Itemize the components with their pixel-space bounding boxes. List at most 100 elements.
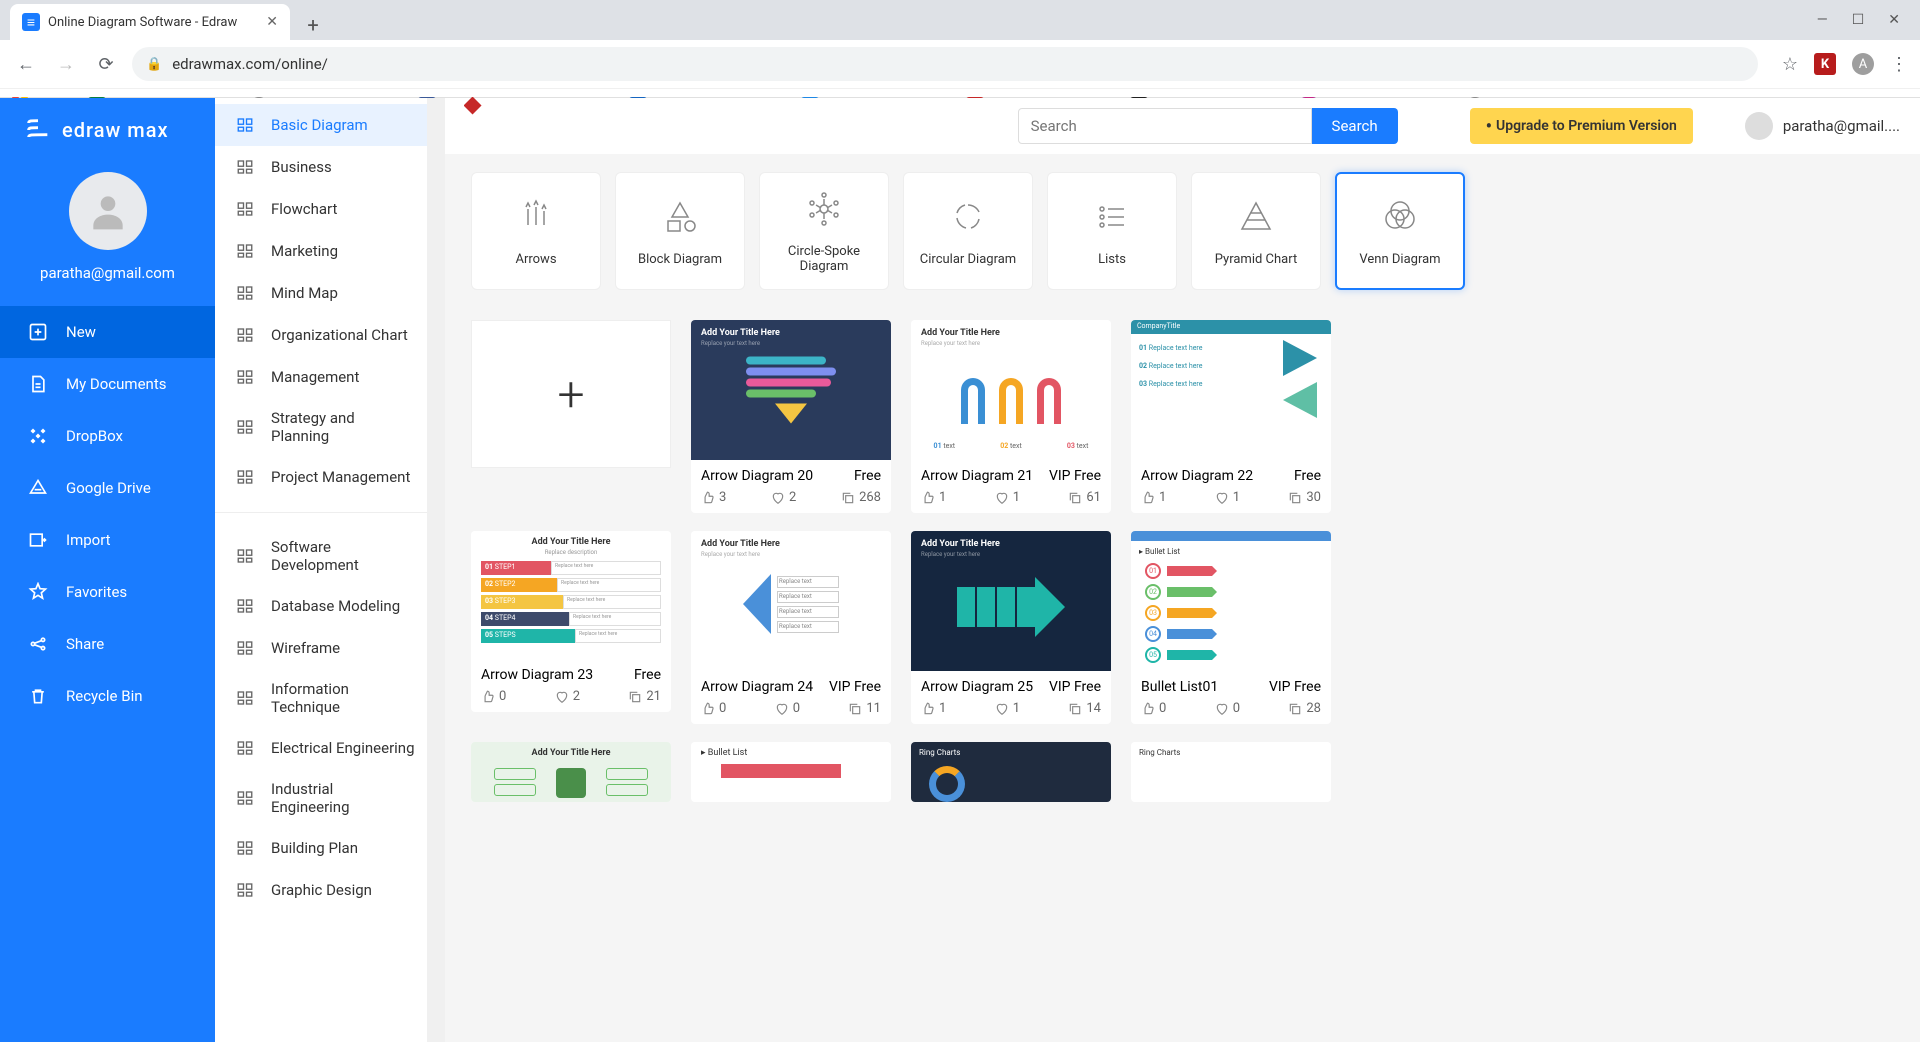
likes-stat[interactable]: 0 <box>701 701 726 716</box>
likes-stat[interactable]: 1 <box>921 701 946 716</box>
favs-stat[interactable]: 0 <box>775 701 800 716</box>
template-tag: Free <box>854 468 881 484</box>
template-card[interactable]: Add Your Title Here Replace description … <box>471 531 671 712</box>
nav-item-import[interactable]: Import <box>0 514 215 566</box>
category-organizational-chart[interactable]: Organizational Chart <box>215 314 435 356</box>
close-icon[interactable]: ✕ <box>1888 12 1900 28</box>
favs-stat[interactable]: 2 <box>555 689 580 704</box>
category-information-technique[interactable]: Information Technique <box>215 669 435 727</box>
nav-item-dropbox[interactable]: DropBox <box>0 410 215 462</box>
template-card[interactable]: Add Your Title HereReplace your text her… <box>911 531 1111 724</box>
user-avatar[interactable] <box>69 172 147 250</box>
copies-stat[interactable]: 268 <box>841 490 881 505</box>
bookmark-star-icon[interactable]: ☆ <box>1782 54 1798 75</box>
tile-venn-diagram[interactable]: Venn Diagram <box>1335 172 1465 290</box>
profile-avatar-icon[interactable]: A <box>1852 53 1874 75</box>
template-card-partial[interactable]: Ring Charts <box>1131 742 1331 802</box>
likes-stat[interactable]: 0 <box>1141 701 1166 716</box>
category-mind-map[interactable]: Mind Map <box>215 272 435 314</box>
tab-favicon-icon <box>22 13 40 31</box>
template-card[interactable]: CompanyTitle01 Replace text here02 Repla… <box>1131 320 1331 513</box>
browser-menu-icon[interactable]: ⋮ <box>1890 54 1908 75</box>
favs-stat[interactable]: 1 <box>995 701 1020 716</box>
lock-icon: 🔒 <box>146 57 162 72</box>
copies-stat[interactable]: 28 <box>1288 701 1321 716</box>
url-input[interactable]: 🔒 edrawmax.com/online/ <box>132 47 1758 81</box>
forward-button[interactable]: → <box>52 50 80 78</box>
new-tab-button[interactable]: + <box>298 10 328 40</box>
category-label: Building Plan <box>271 839 358 857</box>
likes-stat[interactable]: 1 <box>1141 490 1166 505</box>
browser-tab[interactable]: Online Diagram Software - Edraw ✕ <box>10 4 290 40</box>
template-card[interactable]: Add Your Title HereReplace your text her… <box>691 531 891 724</box>
nav-item-google-drive[interactable]: Google Drive <box>0 462 215 514</box>
back-button[interactable]: ← <box>12 50 40 78</box>
category-industrial-engineering[interactable]: Industrial Engineering <box>215 769 435 827</box>
person-icon <box>86 189 130 233</box>
likes-stat[interactable]: 0 <box>481 689 506 704</box>
copies-stat[interactable]: 11 <box>848 701 881 716</box>
template-card[interactable]: ▸ Bullet List0102030405 Bullet List01VIP… <box>1131 531 1331 724</box>
nav-label: My Documents <box>66 375 166 393</box>
tile-lists[interactable]: Lists <box>1047 172 1177 290</box>
upgrade-button[interactable]: Upgrade to Premium Version <box>1470 108 1693 144</box>
category-basic-diagram[interactable]: Basic Diagram <box>215 104 435 146</box>
tab-close-icon[interactable]: ✕ <box>266 14 278 30</box>
template-title: Arrow Diagram 23 <box>481 667 593 683</box>
account-menu[interactable]: paratha@gmail.... <box>1745 112 1900 140</box>
search-button[interactable]: Search <box>1312 108 1398 144</box>
category-database-modeling[interactable]: Database Modeling <box>215 585 435 627</box>
create-blank-template[interactable]: + <box>471 320 671 468</box>
thumbs-up-icon <box>1141 702 1155 716</box>
category-wireframe[interactable]: Wireframe <box>215 627 435 669</box>
nav-item-my-documents[interactable]: My Documents <box>0 358 215 410</box>
template-info: Arrow Diagram 23Free 0 2 21 <box>471 659 671 712</box>
tile-block-diagram[interactable]: Block Diagram <box>615 172 745 290</box>
search-input[interactable] <box>1018 108 1312 144</box>
nav-item-new[interactable]: New <box>0 306 215 358</box>
category-graphic-design[interactable]: Graphic Design <box>215 869 435 911</box>
likes-stat[interactable]: 3 <box>701 490 726 505</box>
template-card-partial[interactable]: Ring Charts <box>911 742 1111 802</box>
template-thumbnail: Add Your Title HereReplace your text her… <box>691 320 891 460</box>
copies-stat[interactable]: 30 <box>1288 490 1321 505</box>
category-business[interactable]: Business <box>215 146 435 188</box>
reload-button[interactable]: ⟳ <box>92 50 120 78</box>
template-tag: VIP Free <box>1269 679 1321 695</box>
template-card-partial[interactable]: Add Your Title Here <box>471 742 671 802</box>
category-project-management[interactable]: Project Management <box>215 456 435 498</box>
favs-stat[interactable]: 2 <box>771 490 796 505</box>
tile-pyramid-chart[interactable]: Pyramid Chart <box>1191 172 1321 290</box>
tile-arrows[interactable]: Arrows <box>471 172 601 290</box>
category-flowchart[interactable]: Flowchart <box>215 188 435 230</box>
tile-circular-diagram[interactable]: Circular Diagram <box>903 172 1033 290</box>
template-tag: VIP Free <box>1049 468 1101 484</box>
favs-stat[interactable]: 1 <box>995 490 1020 505</box>
favs-stat[interactable]: 1 <box>1215 490 1240 505</box>
copies-stat[interactable]: 21 <box>628 689 661 704</box>
extension-k-icon[interactable]: K <box>1814 53 1836 75</box>
likes-stat[interactable]: 1 <box>921 490 946 505</box>
template-info: Bullet List01VIP Free 0 0 28 <box>1131 671 1331 724</box>
category-management[interactable]: Management <box>215 356 435 398</box>
category-strategy-and-planning[interactable]: Strategy and Planning <box>215 398 435 456</box>
template-card[interactable]: Add Your Title HereReplace your text her… <box>911 320 1111 513</box>
copies-stat[interactable]: 61 <box>1068 490 1101 505</box>
category-electrical-engineering[interactable]: Electrical Engineering <box>215 727 435 769</box>
minimize-icon[interactable]: — <box>1817 12 1828 28</box>
category-building-plan[interactable]: Building Plan <box>215 827 435 869</box>
template-card-partial[interactable]: ▸ Bullet List <box>691 742 891 802</box>
tile-circle-spoke-diagram[interactable]: Circle-Spoke Diagram <box>759 172 889 290</box>
nav-item-recycle-bin[interactable]: Recycle Bin <box>0 670 215 722</box>
url-text: edrawmax.com/online/ <box>172 55 328 73</box>
copies-stat[interactable]: 14 <box>1068 701 1101 716</box>
category-marketing[interactable]: Marketing <box>215 230 435 272</box>
nav-label: Recycle Bin <box>66 687 143 705</box>
category-software-development[interactable]: Software Development <box>215 527 435 585</box>
nav-item-share[interactable]: Share <box>0 618 215 670</box>
favs-stat[interactable]: 0 <box>1215 701 1240 716</box>
template-card[interactable]: Add Your Title HereReplace your text her… <box>691 320 891 513</box>
maximize-icon[interactable]: ☐ <box>1852 12 1865 28</box>
nav-item-favorites[interactable]: Favorites <box>0 566 215 618</box>
thumbs-up-icon <box>701 702 715 716</box>
